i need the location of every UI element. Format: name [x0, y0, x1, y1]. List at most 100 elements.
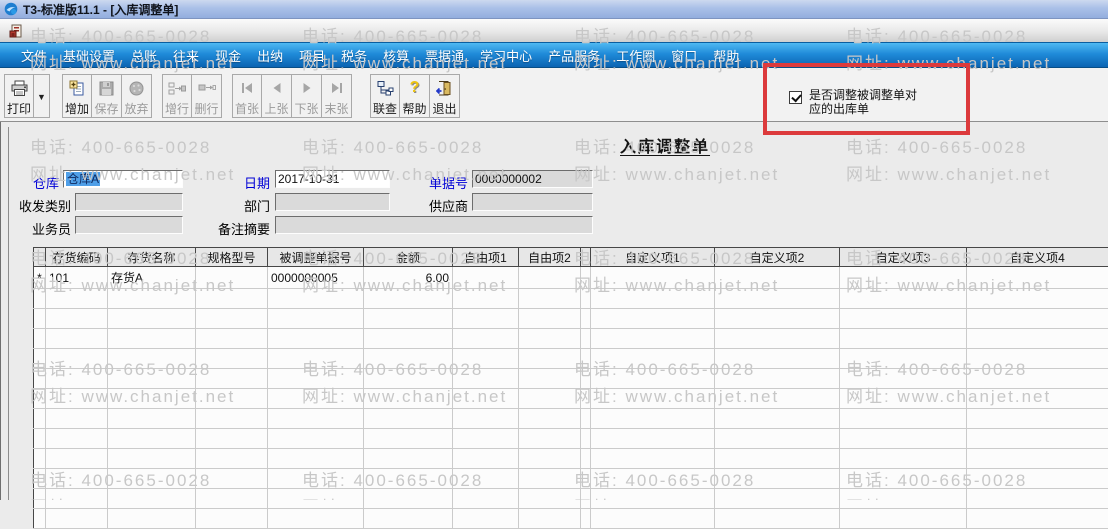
grid-cell[interactable]: [591, 469, 715, 489]
doc-no-field[interactable]: 0000000002: [472, 170, 593, 188]
grid-cell[interactable]: [364, 289, 453, 309]
grid-cell[interactable]: [196, 389, 268, 409]
row-marker-cell[interactable]: *: [34, 267, 46, 289]
grid-cell[interactable]: [840, 489, 967, 509]
grid-cell[interactable]: [591, 389, 715, 409]
grid-cell[interactable]: [967, 449, 1108, 469]
grid-cell[interactable]: [967, 509, 1108, 529]
row-marker-cell[interactable]: [34, 369, 46, 389]
grid-cell[interactable]: [268, 509, 364, 529]
grid-cell[interactable]: [967, 409, 1108, 429]
grid-cell[interactable]: [268, 289, 364, 309]
grid-cell[interactable]: [108, 289, 196, 309]
grid-cell[interactable]: [840, 509, 967, 529]
menu-item-file[interactable]: 文件: [13, 43, 55, 68]
grid-cell[interactable]: [46, 509, 108, 529]
grid-cell[interactable]: [453, 389, 519, 409]
cell-custom-item-3[interactable]: [840, 267, 967, 289]
print-dropdown-button[interactable]: ▼: [34, 74, 50, 118]
row-marker-cell[interactable]: [34, 329, 46, 349]
grid-cell[interactable]: [519, 329, 581, 349]
grid-cell[interactable]: [967, 489, 1108, 509]
grid-cell[interactable]: [364, 329, 453, 349]
grid-cell[interactable]: [591, 309, 715, 329]
grid-cell[interactable]: [453, 409, 519, 429]
grid-cell[interactable]: [591, 349, 715, 369]
menu-item-costing[interactable]: 核算: [375, 43, 417, 68]
discard-button[interactable]: 放弃: [122, 74, 152, 118]
grid-cell[interactable]: [108, 509, 196, 529]
grid-cell[interactable]: [453, 329, 519, 349]
grid-cell[interactable]: [967, 349, 1108, 369]
grid-cell[interactable]: [364, 349, 453, 369]
grid-cell[interactable]: [519, 389, 581, 409]
grid-cell[interactable]: [268, 429, 364, 449]
grid-cell[interactable]: [840, 469, 967, 489]
cell-custom-item-4[interactable]: [967, 267, 1108, 289]
delete-row-button[interactable]: 删行: [192, 74, 222, 118]
col-header-free-item-2[interactable]: 自由项2: [519, 248, 581, 267]
grid-cell[interactable]: [453, 429, 519, 449]
menu-item-general-ledger[interactable]: 总账: [123, 43, 165, 68]
col-header-inventory-name[interactable]: 存货名称: [108, 248, 196, 267]
grid-cell[interactable]: [268, 469, 364, 489]
grid-cell[interactable]: [46, 489, 108, 509]
grid-cell[interactable]: [196, 469, 268, 489]
col-header-custom-item-3[interactable]: 自定义项3: [840, 248, 967, 267]
grid-cell[interactable]: [196, 449, 268, 469]
grid-cell[interactable]: [519, 469, 581, 489]
col-header-custom-item-4[interactable]: 自定义项4: [967, 248, 1108, 267]
menu-item-product-service[interactable]: 产品服务: [540, 43, 608, 68]
grid-cell[interactable]: [840, 349, 967, 369]
grid-cell[interactable]: [46, 449, 108, 469]
menu-item-piaojutong[interactable]: 票据通: [417, 43, 472, 68]
grid-cell[interactable]: [46, 409, 108, 429]
cell-inventory-code[interactable]: 101: [46, 267, 108, 289]
row-marker-cell[interactable]: [34, 469, 46, 489]
adjust-checkbox-label[interactable]: 是否调整被调整单对应的出库单: [809, 88, 923, 116]
grid-cell[interactable]: [196, 289, 268, 309]
grid-cell[interactable]: [967, 309, 1108, 329]
grid-cell[interactable]: [967, 329, 1108, 349]
grid-cell[interactable]: [364, 449, 453, 469]
row-marker-cell[interactable]: [34, 349, 46, 369]
date-field[interactable]: 2017-10-31: [275, 170, 390, 188]
grid-cell[interactable]: [453, 449, 519, 469]
add-button[interactable]: 增加: [62, 74, 92, 118]
grid-cell[interactable]: [196, 409, 268, 429]
grid-cell[interactable]: [519, 349, 581, 369]
grid-cell[interactable]: [108, 349, 196, 369]
next-button[interactable]: 下张: [292, 74, 322, 118]
grid-cell[interactable]: [715, 389, 840, 409]
row-marker-cell[interactable]: [34, 389, 46, 409]
department-field[interactable]: [275, 193, 390, 211]
grid-cell[interactable]: [268, 369, 364, 389]
grid-cell[interactable]: [46, 469, 108, 489]
grid-cell[interactable]: [108, 389, 196, 409]
grid-cell[interactable]: [364, 429, 453, 449]
grid-cell[interactable]: [364, 389, 453, 409]
supplier-field[interactable]: [472, 193, 593, 211]
grid-cell[interactable]: [715, 289, 840, 309]
grid-cell[interactable]: [364, 469, 453, 489]
col-header-custom-item-1[interactable]: 自定义项1: [591, 248, 715, 267]
adjust-checkbox-box[interactable]: [789, 91, 802, 104]
grid-cell[interactable]: [840, 369, 967, 389]
cell-free-item-2[interactable]: [519, 267, 581, 289]
cell-amount[interactable]: 6.00: [364, 267, 453, 289]
grid-cell[interactable]: [591, 409, 715, 429]
grid-cell[interactable]: [268, 349, 364, 369]
help-button[interactable]: ? 帮助: [400, 74, 430, 118]
grid-pane-split[interactable]: [581, 248, 591, 267]
col-header-adjusted-doc-no[interactable]: 被调整单据号: [268, 248, 364, 267]
inout-type-field[interactable]: [75, 193, 183, 211]
grid-cell[interactable]: [268, 449, 364, 469]
row-marker-cell[interactable]: [34, 429, 46, 449]
grid-cell[interactable]: [46, 329, 108, 349]
grid-cell[interactable]: [715, 469, 840, 489]
col-header-free-item-1[interactable]: 自由项1: [453, 248, 519, 267]
menu-item-workspace[interactable]: 工作圈: [608, 43, 663, 68]
grid-cell[interactable]: [364, 409, 453, 429]
grid-cell[interactable]: [591, 289, 715, 309]
grid-cell[interactable]: [364, 369, 453, 389]
